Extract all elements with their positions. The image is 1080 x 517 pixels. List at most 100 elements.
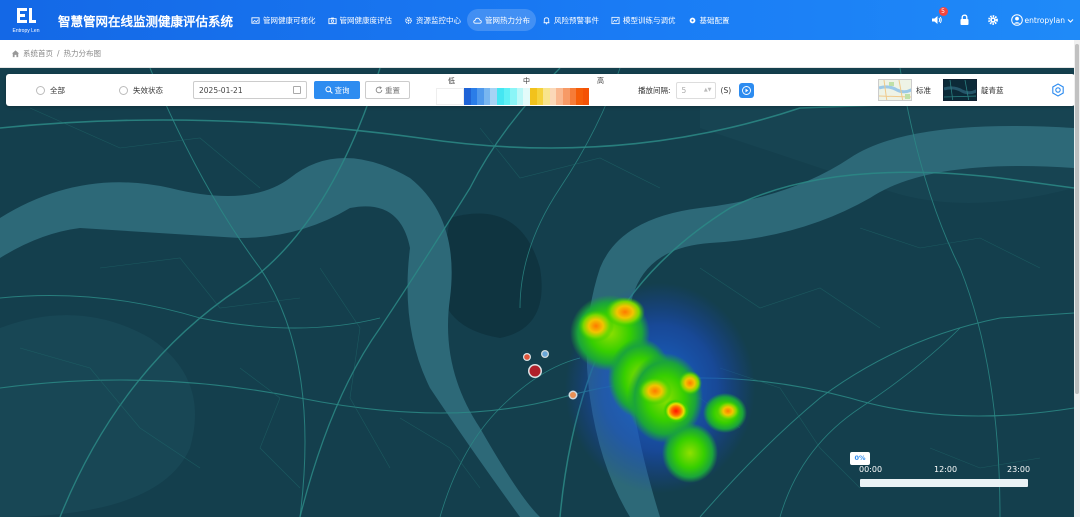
play-icon — [742, 85, 752, 95]
bell-icon — [543, 16, 550, 24]
chart-icon — [611, 16, 620, 24]
image-icon — [251, 16, 260, 24]
reset-label: 重置 — [385, 85, 400, 95]
legend-swatch — [516, 88, 524, 105]
nav-item-risk-alerts[interactable]: 风险预警事件 — [536, 9, 605, 31]
lock-icon — [960, 14, 969, 25]
play-button[interactable] — [739, 82, 755, 98]
top-navbar: Entropy Len 智慧管网在线监测健康评估系统 管网健康可视化 管网健康度… — [0, 0, 1080, 40]
legend-swatch — [436, 88, 464, 105]
page-scrollbar[interactable] — [1074, 40, 1080, 517]
logo-icon — [17, 7, 36, 23]
legend-swatch — [510, 88, 517, 105]
nav-item-visualization[interactable]: 管网健康可视化 — [245, 9, 322, 31]
breadcrumb-separator: / — [57, 49, 60, 58]
speaker-icon — [931, 16, 942, 24]
time-slider[interactable]: 0% 00:00 12:00 23:00 — [850, 452, 1035, 492]
time-tick: 00:00 — [859, 465, 883, 474]
chevron-down-icon — [1067, 18, 1074, 23]
scrollbar-thumb[interactable] — [1075, 44, 1079, 394]
radio-all-label: 全部 — [50, 85, 65, 95]
playback-control: 播放间隔: 5 ▲▼ (S) — [638, 74, 755, 106]
legend-mid: 中 — [523, 77, 530, 85]
date-value: 2025-01-21 — [199, 85, 243, 95]
stepper-icon[interactable]: ▲▼ — [704, 87, 712, 93]
heat-cluster[interactable] — [565, 283, 755, 493]
legend-swatch — [470, 88, 478, 105]
legend-swatch — [496, 88, 504, 105]
date-picker[interactable]: 2025-01-21 — [193, 81, 307, 99]
radio-invalid-label: 失效状态 — [133, 85, 163, 95]
time-tick: 23:00 — [1007, 465, 1031, 474]
notification-badge: 5 — [938, 7, 948, 16]
playback-interval-input[interactable]: 5 ▲▼ — [675, 81, 716, 99]
settings-icon — [689, 17, 695, 23]
map-canvas[interactable] — [0, 68, 1074, 517]
map-style-dark-blue-thumb[interactable] — [943, 79, 977, 101]
legend-swatch — [536, 88, 544, 105]
legend-swatch — [464, 88, 471, 105]
query-label: 查询 — [334, 85, 350, 95]
gear-icon — [405, 16, 412, 24]
camera-icon — [327, 17, 337, 24]
cloud-icon — [473, 17, 482, 24]
nav-item-resource-monitor[interactable]: 资源监控中心 — [398, 9, 467, 31]
playback-label: 播放间隔: — [638, 85, 671, 95]
radio-all[interactable]: 全部 — [36, 85, 65, 96]
map-style-standard[interactable]: 标准 — [878, 79, 931, 101]
calendar-icon — [293, 86, 301, 94]
heat-legend: 低 中 高 — [431, 75, 611, 105]
legend-swatch — [483, 88, 491, 105]
settings-icon[interactable] — [1051, 83, 1065, 97]
playback-unit: (S) — [720, 85, 732, 95]
app-title: 智慧管网在线监测健康评估系统 — [58, 13, 234, 29]
map-style-standard-thumb[interactable] — [878, 79, 912, 101]
nav-label: 基础配置 — [699, 15, 730, 25]
nav-label: 资源监控中心 — [416, 15, 462, 25]
legend-color-bar — [436, 88, 590, 105]
lock-button[interactable] — [958, 13, 972, 27]
reset-button[interactable]: 重置 — [365, 81, 410, 99]
refresh-icon — [375, 86, 383, 94]
heat-map[interactable] — [0, 68, 1074, 517]
time-slider-labels: 00:00 12:00 23:00 — [855, 465, 1033, 475]
home-icon — [11, 50, 20, 58]
nav-label: 管网健康可视化 — [263, 15, 316, 25]
breadcrumb-home[interactable]: 系统首页 — [23, 48, 53, 59]
legend-swatch — [477, 88, 484, 105]
nav-item-heat-distribution[interactable]: 管网热力分布 — [467, 9, 537, 31]
map-style-dark-blue[interactable]: 靛青蓝 — [943, 79, 1004, 101]
nav-label: 模型训练与调优 — [623, 15, 676, 25]
legend-high: 高 — [597, 77, 604, 85]
app-logo[interactable]: Entropy Len — [0, 0, 52, 40]
dark-map-thumbnail — [944, 80, 976, 100]
standard-map-thumbnail — [879, 80, 911, 100]
legend-swatch — [529, 88, 537, 105]
legend-swatch — [582, 88, 590, 105]
nav-label: 管网热力分布 — [485, 15, 531, 25]
legend-swatch — [523, 88, 530, 105]
legend-swatch — [576, 88, 583, 105]
settings-button[interactable] — [986, 13, 1000, 27]
filter-toolbar: 全部 失效状态 2025-01-21 查询 重置 低 中 高 播放间隔: 5 ▲… — [6, 74, 1075, 106]
legend-swatch — [556, 88, 563, 105]
radio-invalid-status[interactable]: 失效状态 — [119, 85, 163, 96]
radio-circle[interactable] — [119, 85, 128, 95]
breadcrumb-current: 热力分布图 — [63, 49, 102, 58]
avatar-icon — [1010, 14, 1023, 26]
nav-item-base-config[interactable]: 基础配置 — [682, 9, 736, 31]
query-button[interactable]: 查询 — [314, 81, 360, 99]
search-icon — [324, 86, 333, 94]
nav-item-model-training[interactable]: 模型训练与调优 — [605, 9, 682, 31]
time-slider-track[interactable] — [860, 479, 1028, 487]
map-style-dark-blue-label: 靛青蓝 — [981, 85, 1004, 95]
logo-text: Entropy Len — [12, 27, 40, 34]
user-menu[interactable]: entropylan — [1010, 14, 1074, 26]
time-tick: 12:00 — [934, 465, 958, 474]
nav-label: 风险预警事件 — [554, 15, 600, 25]
map-style-standard-label: 标准 — [916, 85, 931, 95]
legend-low: 低 — [448, 77, 455, 85]
notification-button[interactable]: 5 — [930, 7, 948, 27]
nav-item-health-assessment[interactable]: 管网健康度评估 — [322, 9, 399, 31]
radio-circle[interactable] — [36, 85, 45, 95]
